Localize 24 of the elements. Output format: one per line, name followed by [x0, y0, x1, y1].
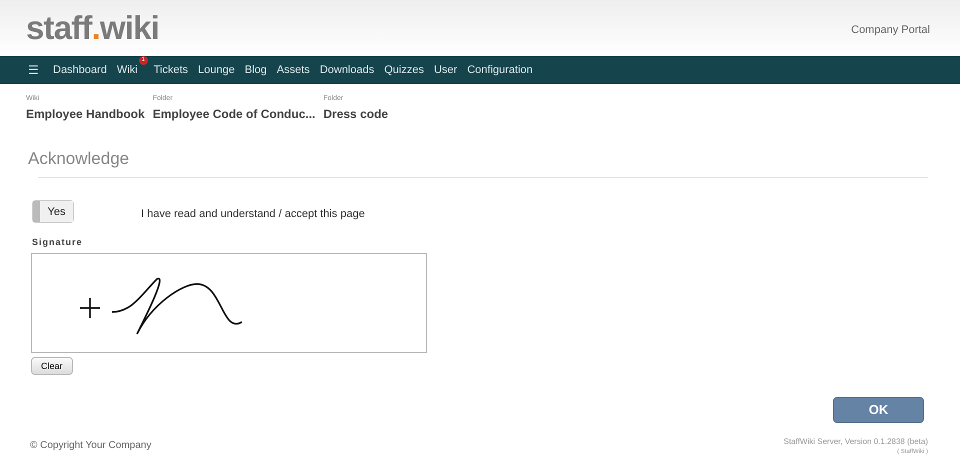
nav-link[interactable]: Downloads — [320, 62, 374, 78]
breadcrumb-link[interactable]: Dress code — [323, 104, 388, 122]
nav-link[interactable]: Configuration — [467, 62, 533, 78]
logo: staff.wiki — [26, 8, 159, 48]
copyright-text: © Copyright Your Company — [30, 439, 152, 453]
nav-link[interactable]: Lounge — [198, 62, 235, 78]
version-text: StaffWiki Server, Version 0.1.2838 (beta) — [784, 436, 928, 448]
toggle-switch[interactable]: Yes — [32, 200, 74, 223]
signature-label: Signature — [31, 236, 84, 249]
ok-button[interactable]: OK — [833, 396, 924, 422]
clear-button[interactable]: Clear — [31, 357, 73, 376]
nav-link[interactable]: Tickets — [154, 62, 188, 78]
breadcrumb-link[interactable]: Employee Code of Conduc... — [152, 104, 316, 122]
section-title: Acknowledge — [28, 148, 130, 170]
nav-link[interactable]: Blog — [244, 62, 267, 78]
portal-title: Company Portal — [851, 22, 930, 38]
signature-pad[interactable] — [31, 252, 427, 352]
menu-icon[interactable]: ☰ — [28, 61, 39, 79]
nav-link[interactable]: User — [434, 62, 458, 78]
nav-link[interactable]: Assets — [276, 62, 310, 78]
acknowledge-statement: I have read and understand / accept this page — [141, 207, 365, 222]
breadcrumb-link[interactable]: Employee Handbook — [26, 104, 145, 122]
nav-link[interactable]: Dashboard — [53, 62, 107, 78]
nav-link[interactable]: Quizzes — [384, 62, 424, 78]
